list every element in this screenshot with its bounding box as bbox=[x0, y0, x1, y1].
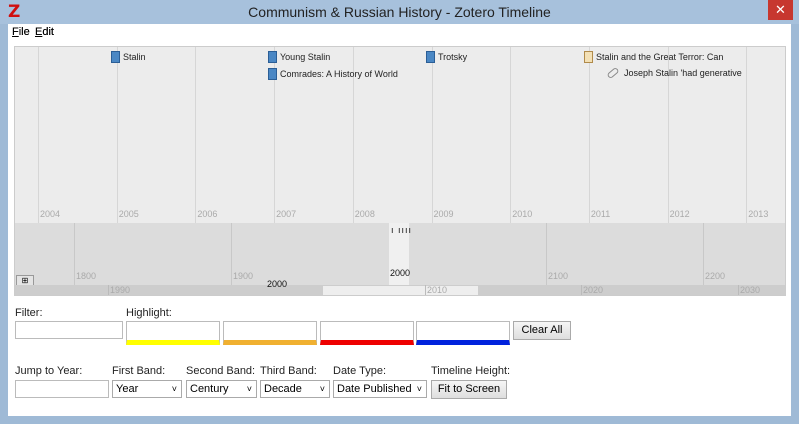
book-icon bbox=[111, 51, 120, 63]
year-label: 2013 bbox=[748, 209, 769, 219]
attachment-icon bbox=[606, 66, 620, 80]
menu-file-mnemonic: File bbox=[12, 26, 30, 38]
event-title: Stalin and the Great Terror: Can bbox=[596, 52, 724, 62]
timeline-event[interactable]: Comrades: A History of World bbox=[268, 68, 398, 80]
visible-range-indicator[interactable] bbox=[323, 286, 478, 295]
decade-label: 2020 bbox=[583, 285, 604, 295]
jump-to-year-input[interactable] bbox=[15, 380, 109, 398]
menu-bar: File File Edit Edit bbox=[8, 24, 791, 40]
third-band-value: Decade bbox=[264, 383, 302, 395]
year-gridline bbox=[431, 47, 433, 223]
second-band-select[interactable]: Century ˅ bbox=[186, 380, 257, 398]
year-gridline bbox=[510, 47, 512, 223]
event-title: Young Stalin bbox=[280, 52, 331, 62]
chevron-down-icon: ˅ bbox=[246, 384, 252, 394]
chevron-down-icon: ˅ bbox=[319, 384, 325, 394]
decade-gridline bbox=[581, 285, 582, 295]
menu-file-rest: ile bbox=[18, 26, 30, 38]
year-gridline bbox=[116, 47, 118, 223]
event-title: Joseph Stalin 'had generative bbox=[624, 68, 742, 78]
timeline-event[interactable]: Trotsky bbox=[426, 51, 467, 63]
year-label: 2005 bbox=[118, 209, 139, 219]
timeline-event[interactable]: Stalin bbox=[111, 51, 146, 63]
filter-input[interactable] bbox=[15, 321, 123, 339]
decade-gridline bbox=[425, 285, 426, 295]
timeline-height-label: Timeline Height: bbox=[431, 365, 511, 377]
menu-edit-rest: dit bbox=[42, 26, 54, 38]
timeline-band-century[interactable]: ı ıııı 2000 ⊞ 1800 1900 2100 2200 bbox=[15, 223, 785, 292]
year-label: 2004 bbox=[40, 209, 61, 219]
window-title: Communism & Russian History - Zotero Tim… bbox=[248, 4, 551, 20]
event-title: Trotsky bbox=[438, 52, 468, 62]
close-button[interactable]: ✕ bbox=[768, 0, 793, 20]
current-decade-label: 2000 bbox=[267, 279, 288, 289]
year-label: 2010 bbox=[512, 209, 533, 219]
century-label: 1900 bbox=[233, 271, 254, 281]
first-band-label: First Band: bbox=[112, 365, 166, 377]
first-band-select[interactable]: Year ˅ bbox=[112, 380, 182, 398]
decade-gridline bbox=[108, 285, 109, 295]
timeline-event[interactable]: Young Stalin bbox=[268, 51, 330, 63]
chevron-down-icon: ˅ bbox=[416, 384, 422, 394]
highlight-input-yellow[interactable] bbox=[126, 321, 220, 345]
timeline-event[interactable]: Joseph Stalin 'had generative bbox=[606, 66, 742, 80]
highlight-input-red[interactable] bbox=[320, 321, 414, 345]
menu-file[interactable]: File File bbox=[12, 26, 30, 38]
third-band-label: Third Band: bbox=[260, 365, 317, 377]
year-label: 2011 bbox=[590, 209, 611, 219]
highlight-label: Highlight: bbox=[126, 307, 172, 319]
fit-to-screen-button[interactable]: Fit to Screen bbox=[431, 380, 507, 399]
highlight-input-blue[interactable] bbox=[416, 321, 510, 345]
decade-gridline bbox=[738, 285, 739, 295]
book-icon bbox=[268, 51, 277, 63]
year-gridline bbox=[38, 47, 39, 223]
year-label: 2012 bbox=[669, 209, 690, 219]
timeline-band-decade[interactable]: 2000 1990 2010 2020 2030 bbox=[15, 279, 785, 295]
century-label: 2200 bbox=[705, 271, 726, 281]
date-type-label: Date Type: bbox=[333, 365, 386, 377]
year-label: 2007 bbox=[276, 209, 297, 219]
year-gridline bbox=[746, 47, 748, 223]
document-icon bbox=[584, 51, 593, 63]
jump-to-year-label: Jump to Year: bbox=[15, 365, 83, 377]
second-band-label: Second Band: bbox=[186, 365, 256, 377]
year-label: 2006 bbox=[197, 209, 218, 219]
decade-label: 2030 bbox=[740, 285, 761, 295]
event-title: Comrades: A History of World bbox=[280, 69, 398, 79]
century-gridline bbox=[231, 223, 232, 285]
menu-edit-mnemonic: Edit bbox=[35, 26, 54, 38]
second-band-value: Century bbox=[190, 383, 229, 395]
event-ticks: ı ıııı bbox=[391, 225, 413, 235]
century-gridline bbox=[546, 223, 547, 285]
current-century-label: 2000 bbox=[390, 268, 411, 278]
filter-label: Filter: bbox=[15, 307, 43, 319]
event-title: Stalin bbox=[123, 52, 146, 62]
timeline[interactable]: 2004 2005 2006 2007 2008 2009 2010 2011 2012 2013… bbox=[14, 46, 786, 296]
century-label: 1800 bbox=[76, 271, 97, 281]
menu-edit[interactable]: Edit Edit bbox=[35, 26, 54, 38]
century-gridline bbox=[74, 223, 75, 285]
year-label: 2008 bbox=[354, 209, 375, 219]
decade-label: 1990 bbox=[110, 285, 131, 295]
timeline-band-year[interactable]: 2004 2005 2006 2007 2008 2009 2010 2011 2012 2013… bbox=[15, 47, 785, 223]
date-type-value: Date Published bbox=[337, 383, 412, 395]
clear-all-button[interactable]: Clear All bbox=[513, 321, 571, 340]
decade-label: 2010 bbox=[427, 285, 448, 295]
year-gridline bbox=[588, 47, 590, 223]
menu-file-key: F bbox=[12, 26, 19, 38]
third-band-select[interactable]: Decade ˅ bbox=[260, 380, 330, 398]
century-label: 2100 bbox=[548, 271, 569, 281]
date-type-select[interactable]: Date Published ˅ bbox=[333, 380, 427, 398]
title-bar: Z Communism & Russian History - Zotero T… bbox=[0, 0, 799, 24]
highlight-input-orange[interactable] bbox=[223, 321, 317, 345]
timeline-event[interactable]: Stalin and the Great Terror: Can bbox=[584, 51, 723, 63]
first-band-value: Year bbox=[116, 383, 139, 395]
century-gridline bbox=[703, 223, 704, 285]
chevron-down-icon: ˅ bbox=[171, 384, 177, 394]
year-label: 2009 bbox=[433, 209, 454, 219]
book-icon bbox=[426, 51, 435, 63]
year-gridline bbox=[195, 47, 197, 223]
book-icon bbox=[268, 68, 277, 80]
